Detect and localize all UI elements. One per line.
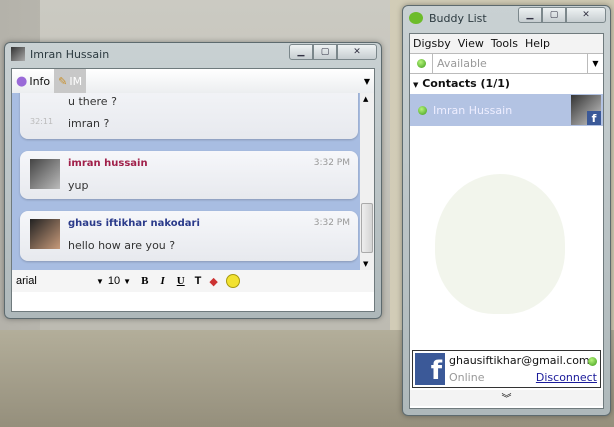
bold-button[interactable]: B — [141, 275, 148, 287]
buddy-list-body: Digsby View Tools Help Available ▼ ▼ Con… — [409, 33, 604, 409]
digsby-logo-icon — [409, 12, 423, 24]
size-select[interactable]: 10 — [108, 275, 120, 287]
font-select[interactable]: arial — [16, 275, 96, 287]
message-bubble: imran hussain 3:32 PM yup — [20, 151, 358, 199]
menu-view[interactable]: View — [458, 37, 484, 50]
buddy-list-window: Buddy List ▁ ▢ ✕ Digsby View Tools Help Av… — [402, 5, 611, 416]
scroll-up-icon[interactable]: ▲ — [363, 95, 368, 103]
contact-avatar-icon — [11, 47, 25, 61]
message-log: u there ? 32:11 imran ? imran hussain 3:… — [12, 93, 360, 270]
menu-tools[interactable]: Tools — [491, 37, 518, 50]
text-color-icon[interactable]: T — [195, 275, 202, 287]
italic-button[interactable]: I — [160, 275, 164, 287]
tab-menu-dropdown-icon[interactable]: ▼ — [364, 77, 370, 86]
group-header[interactable]: ▼ Contacts (1/1) — [410, 74, 603, 94]
facebook-icon: f — [587, 111, 601, 125]
lightbulb-icon: ● — [16, 73, 28, 89]
scroll-thumb[interactable] — [361, 203, 373, 253]
scroll-down-icon[interactable]: ▼ — [363, 260, 368, 268]
contact-avatar: f — [571, 95, 601, 125]
status-dropdown-icon[interactable]: ▼ — [587, 54, 603, 73]
chat-tab-bar: ● Info ✎ IM ▼ — [12, 69, 374, 93]
contact-online-icon — [418, 105, 427, 115]
chat-scrollbar[interactable]: ▲ ▼ — [360, 93, 374, 270]
message-input[interactable] — [12, 292, 374, 311]
facebook-logo-icon: f — [415, 353, 445, 386]
avatar — [30, 159, 60, 189]
pencil-icon: ✎ — [58, 74, 68, 88]
chat-title-bar[interactable]: Imran Hussain ▁ ▢ ✕ — [5, 43, 381, 65]
size-dropdown-icon[interactable]: ▼ — [123, 277, 131, 286]
status-online-icon — [416, 59, 426, 68]
digsby-mascot-watermark — [435, 174, 565, 314]
tab-im[interactable]: ✎ IM — [54, 69, 87, 93]
tab-info[interactable]: ● Info — [12, 69, 54, 93]
account-online-icon — [588, 357, 597, 366]
status-selector[interactable]: Available ▼ — [410, 53, 603, 74]
buddy-list-title-bar[interactable]: Buddy List ▁ ▢ ✕ — [403, 6, 610, 30]
disconnect-link[interactable]: Disconnect — [536, 371, 597, 384]
font-dropdown-icon[interactable]: ▼ — [96, 277, 104, 286]
minimize-button[interactable]: ▁ — [289, 44, 313, 60]
underline-button[interactable]: U — [177, 275, 185, 287]
menu-help[interactable]: Help — [525, 37, 550, 50]
message-bubble: ghaus iftikhar nakodari 3:32 PM hello ho… — [20, 211, 358, 261]
contact-row[interactable]: Imran Hussain f — [410, 94, 603, 126]
format-toolbar: arial ▼ 10 ▼ B I U T ◆ — [12, 270, 374, 292]
chat-window: Imran Hussain ▁ ▢ ✕ ● Info ✎ IM ▼ u there … — [4, 42, 382, 319]
maximize-button[interactable]: ▢ — [542, 7, 566, 23]
account-panel: f ghausiftikhar@gmail.com Online Disconn… — [412, 350, 601, 388]
collapse-icon: ▼ — [413, 81, 419, 89]
background-color-icon[interactable]: ◆ — [209, 275, 217, 288]
close-button[interactable]: ✕ — [566, 7, 606, 23]
menu-digsby[interactable]: Digsby — [413, 37, 451, 50]
message-bubble: u there ? 32:11 imran ? — [20, 93, 358, 139]
maximize-button[interactable]: ▢ — [313, 44, 337, 60]
chat-window-title: Imran Hussain — [30, 47, 110, 61]
expand-chevron-icon[interactable]: ︾ — [410, 390, 603, 406]
menu-bar: Digsby View Tools Help — [410, 34, 603, 53]
emoticon-icon[interactable] — [225, 274, 240, 288]
chat-body: ● Info ✎ IM ▼ u there ? 32:11 imran ? im… — [11, 68, 375, 312]
avatar — [30, 219, 60, 249]
close-button[interactable]: ✕ — [337, 44, 377, 60]
minimize-button[interactable]: ▁ — [518, 7, 542, 23]
